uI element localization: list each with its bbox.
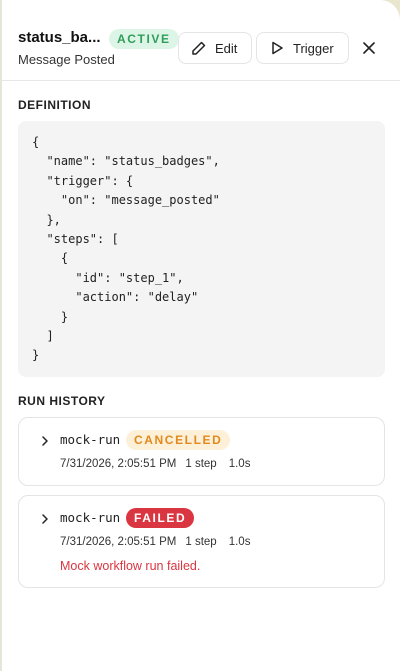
run-step-count: 1 step bbox=[185, 536, 217, 548]
run-item[interactable]: mock-run CANCELLED 7/31/2026, 2:05:51 PM… bbox=[18, 417, 385, 486]
edit-button-label: Edit bbox=[215, 40, 238, 56]
run-error-message: Mock workflow run failed. bbox=[60, 559, 201, 573]
run-name: mock-run bbox=[60, 432, 121, 447]
panel-header: status_ba... ACTIVE Message Posted Edit … bbox=[2, 0, 400, 81]
run-name: mock-run bbox=[60, 510, 121, 525]
definition-label: DEFINITION bbox=[18, 98, 91, 112]
run-item[interactable]: mock-run FAILED 7/31/2026, 2:05:51 PM 1 … bbox=[18, 495, 385, 588]
edit-button[interactable]: Edit bbox=[178, 32, 252, 64]
workflow-detail-panel: status_ba... ACTIVE Message Posted Edit … bbox=[1, 0, 400, 671]
pencil-icon bbox=[191, 40, 207, 56]
workflow-title: status_ba... bbox=[18, 29, 101, 46]
run-timestamp: 7/31/2026, 2:05:51 PM bbox=[60, 458, 177, 470]
definition-code-block: { "name": "status_badges", "trigger": { … bbox=[18, 121, 385, 377]
run-duration: 1.0s bbox=[228, 536, 251, 548]
run-status-badge: CANCELLED bbox=[126, 430, 231, 450]
run-timestamp: 7/31/2026, 2:05:51 PM bbox=[60, 536, 177, 548]
trigger-subtitle: Message Posted bbox=[18, 52, 115, 67]
run-meta: 7/31/2026, 2:05:51 PM 1 step 1.0s bbox=[60, 536, 250, 548]
run-meta: 7/31/2026, 2:05:51 PM 1 step 1.0s bbox=[60, 458, 250, 470]
run-status-badge: FAILED bbox=[126, 508, 195, 528]
chevron-right-icon[interactable] bbox=[39, 512, 51, 524]
chevron-right-icon[interactable] bbox=[39, 434, 51, 446]
run-step-count: 1 step bbox=[185, 458, 217, 470]
play-icon bbox=[269, 40, 285, 56]
trigger-button-label: Trigger bbox=[293, 40, 334, 56]
run-duration: 1.0s bbox=[228, 458, 251, 470]
status-badge: ACTIVE bbox=[109, 29, 179, 49]
close-icon bbox=[363, 42, 375, 54]
trigger-button[interactable]: Trigger bbox=[256, 32, 349, 64]
close-button[interactable] bbox=[359, 38, 379, 58]
run-history-label: RUN HISTORY bbox=[18, 394, 106, 408]
